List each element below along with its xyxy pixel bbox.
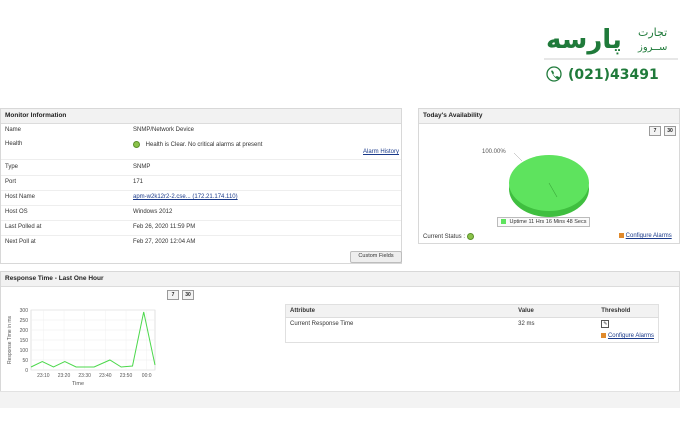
y-tick-label: 300: [20, 308, 29, 314]
period-7-days-button[interactable]: 7: [649, 126, 661, 136]
next-poll-value: Feb 27, 2020 12:04 AM: [133, 239, 196, 245]
availability-pie-chart: 100.00%: [482, 149, 589, 217]
attribute-header: Attribute: [285, 304, 515, 318]
footer-bar: [0, 391, 680, 408]
host-os-value: Windows 2012: [133, 209, 173, 215]
host-name-link[interactable]: apm-w2k12r2-2.cse... (172.21.174.110): [133, 194, 238, 200]
custom-fields-button[interactable]: Custom Fields: [350, 251, 402, 263]
x-axis-label: Time: [72, 381, 84, 387]
last-polled-value: Feb 26, 2020 11:59 PM: [133, 224, 196, 230]
phone-number: (021)43491: [568, 67, 659, 83]
configure-alarms-response-link[interactable]: Configure Alarms: [608, 333, 654, 339]
type-label: Type: [5, 164, 19, 170]
response-time-title: Response Time - Last One Hour: [1, 272, 679, 287]
y-tick-label: 50: [22, 358, 28, 364]
x-tick-label: 23:50: [120, 373, 133, 379]
health-value: Health is Clear. No critical alarms at p…: [145, 142, 263, 149]
monitor-information-panel: Monitor Information Name SNMP/Network De…: [0, 108, 402, 264]
current-status-label: Current Status :: [423, 234, 466, 241]
health-status-icon: [133, 141, 140, 148]
threshold-header: Threshold: [597, 304, 659, 318]
next-poll-label: Next Poll at: [5, 239, 36, 245]
threshold-cell: ✎: [597, 318, 658, 331]
x-tick-label: 00:0: [142, 373, 152, 379]
configure-alarms-availability[interactable]: Configure Alarms: [619, 233, 672, 239]
value-header: Value: [514, 304, 598, 318]
x-tick-label: 23:10: [37, 373, 50, 379]
logo-main-text: پارسه: [546, 25, 622, 55]
response-time-chart: 0 50 100 150 200 250 300 23:10 23:20 23:30 23:40 23…: [7, 308, 156, 387]
value-cell: 32 ms: [518, 321, 535, 327]
period-30-days-button[interactable]: 30: [664, 126, 676, 136]
y-tick-label: 200: [20, 328, 29, 334]
response-time-panel: Response Time - Last One Hour 7 30 0 50 10…: [0, 271, 680, 391]
pie-percent-label: 100.00%: [482, 149, 506, 155]
health-label: Health: [5, 141, 23, 147]
brand-logo: پارسه تجارت ســروز (021)43491: [538, 14, 684, 86]
table-row: Current Response Time 32 ms ✎: [286, 318, 659, 331]
monitor-information-title: Monitor Information: [1, 109, 401, 124]
alarm-history-link[interactable]: Alarm History: [363, 149, 399, 155]
health-value-group: Health is Clear. No critical alarms at p…: [133, 141, 262, 148]
current-status-icon: [466, 233, 474, 240]
availability-panel: Today's Availability 7 30 100.00% Uptime…: [418, 108, 680, 244]
attribute-table: Attribute Value Threshold Current Respon…: [285, 304, 659, 343]
name-label: Name: [5, 127, 22, 133]
logo-sub-text-1: تجارت: [638, 26, 667, 39]
response-period-7-button[interactable]: 7: [167, 290, 179, 300]
configure-alarms-link[interactable]: Configure Alarms: [626, 233, 672, 239]
host-name-label: Host Name: [5, 194, 36, 200]
host-os-label: Host OS: [5, 209, 28, 215]
y-tick-label: 250: [20, 318, 29, 324]
configure-alarms-response[interactable]: Configure Alarms: [597, 330, 658, 343]
x-tick-label: 23:40: [99, 373, 112, 379]
x-tick-label: 23:20: [58, 373, 71, 379]
edit-threshold-icon[interactable]: ✎: [601, 320, 610, 328]
port-value: 171: [133, 179, 144, 185]
logo-sub-text-2: ســروز: [637, 42, 667, 53]
attribute-cell: Current Response Time: [290, 321, 354, 327]
uptime-legend-text: Uptime 11 Hrs 16 Mins 48 Secs: [509, 219, 587, 225]
availability-title: Today's Availability: [419, 109, 679, 124]
type-value: SNMP: [133, 164, 151, 170]
alarm-config-icon: [619, 233, 624, 238]
brand-logo-graphic: پارسه تجارت ســروز (021)43491: [544, 25, 678, 83]
y-axis-label: Response Time in ms: [7, 315, 13, 364]
y-tick-label: 150: [20, 338, 29, 344]
last-polled-label: Last Polled at: [5, 224, 42, 230]
current-status: Current Status :: [423, 233, 474, 240]
response-period-30-button[interactable]: 30: [182, 290, 194, 300]
y-tick-label: 0: [25, 368, 28, 374]
name-value: SNMP/Network Device: [133, 127, 195, 133]
x-tick-label: 23:30: [78, 373, 91, 379]
y-tick-label: 100: [20, 348, 29, 354]
availability-legend: Uptime 11 Hrs 16 Mins 48 Secs: [497, 217, 591, 227]
port-label: Port: [5, 179, 17, 185]
alarm-config-icon: [601, 332, 607, 338]
uptime-swatch: [501, 219, 506, 225]
